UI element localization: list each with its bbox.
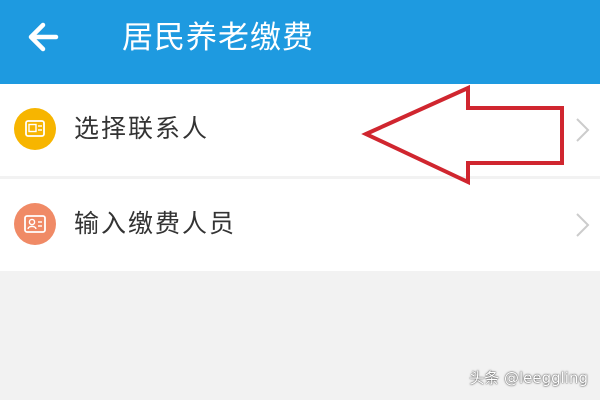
select-contact-label: 选择联系人 [74, 114, 210, 143]
list-item-enter-payer[interactable]: 输入缴费人员 [0, 179, 600, 271]
option-list: 选择联系人 输入缴费人员 [0, 84, 600, 271]
id-card-icon [14, 203, 56, 245]
enter-payer-label: 输入缴费人员 [74, 209, 237, 238]
watermark: 头条 @leeggling [469, 369, 588, 387]
screen: 居民养老缴费 选择联系人 输入缴费人员 头条 @leeggling [0, 0, 600, 400]
contact-card-icon [14, 108, 56, 150]
app-header: 居民养老缴费 [0, 0, 600, 84]
list-item-select-contact[interactable]: 选择联系人 [0, 84, 600, 176]
arrow-left-icon [28, 22, 59, 52]
chevron-right-icon [576, 213, 590, 237]
chevron-right-icon [576, 118, 590, 142]
back-button[interactable] [18, 10, 74, 66]
page-title: 居民养老缴费 [122, 20, 314, 56]
